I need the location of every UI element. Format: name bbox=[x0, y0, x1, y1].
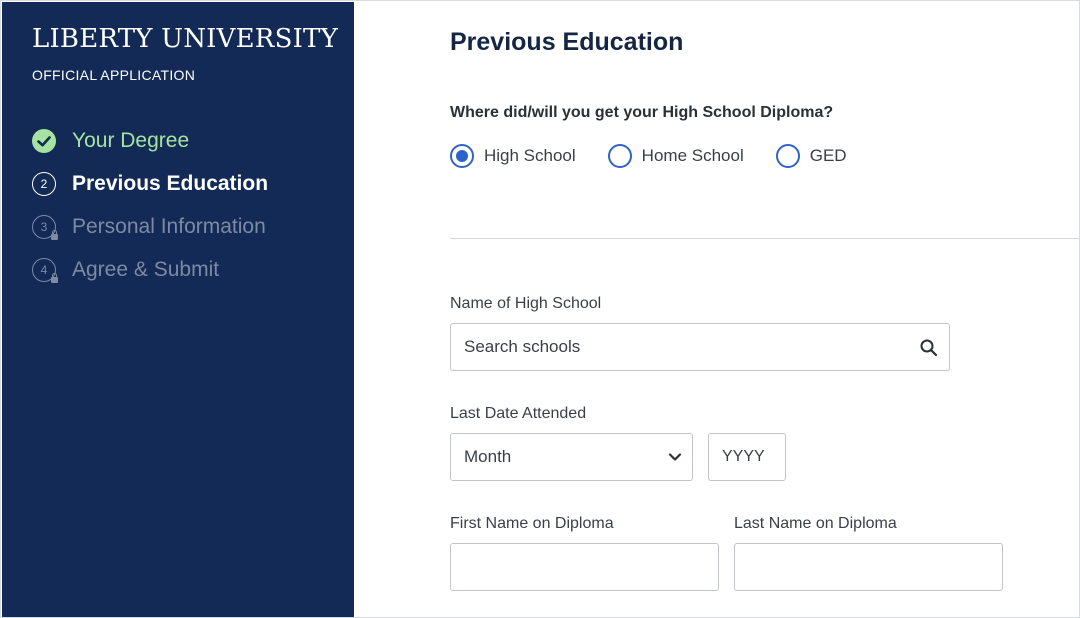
radio-high-school[interactable]: High School bbox=[450, 144, 576, 168]
radio-button[interactable] bbox=[607, 144, 632, 168]
last-name-label: Last Name on Diploma bbox=[734, 515, 897, 532]
sidebar: LIBERTY UNIVERSITY OFFICIAL APPLICATION … bbox=[2, 2, 354, 617]
first-name-label: First Name on Diploma bbox=[450, 515, 614, 532]
radio-ged[interactable]: GED bbox=[775, 144, 847, 168]
diploma-radio-group: High School Home School GED bbox=[450, 144, 879, 168]
school-search-input[interactable]: Search schools bbox=[450, 323, 950, 371]
radio-label[interactable]: GED bbox=[810, 146, 847, 166]
last-name-input[interactable] bbox=[734, 543, 1003, 591]
step-number: 2 bbox=[32, 172, 56, 196]
brand-subtitle: OFFICIAL APPLICATION bbox=[32, 67, 196, 83]
main-content: Previous Education Where did/will you ge… bbox=[354, 2, 1079, 617]
step-label: Previous Education bbox=[72, 172, 269, 195]
step-previous-education[interactable]: 2 Previous Education bbox=[32, 169, 268, 199]
search-placeholder: Search schools bbox=[464, 337, 581, 356]
month-select[interactable]: Month bbox=[450, 433, 693, 481]
check-icon bbox=[32, 129, 56, 153]
radio-label[interactable]: Home School bbox=[642, 146, 744, 166]
page-title: Previous Education bbox=[450, 28, 684, 56]
lock-icon bbox=[51, 230, 58, 240]
radio-label[interactable]: High School bbox=[484, 146, 576, 166]
section-divider bbox=[450, 238, 1079, 239]
step-number-locked: 3 bbox=[32, 215, 58, 240]
step-number: 4 bbox=[40, 263, 48, 277]
radio-button[interactable] bbox=[775, 144, 800, 168]
radio-button-selected[interactable] bbox=[450, 144, 474, 168]
step-label: Agree & Submit bbox=[72, 258, 220, 281]
first-name-input[interactable] bbox=[450, 543, 719, 591]
application-window: LIBERTY UNIVERSITY OFFICIAL APPLICATION … bbox=[0, 0, 1080, 618]
step-personal-information: 3 Personal Information bbox=[32, 212, 266, 242]
brand-logo: LIBERTY UNIVERSITY bbox=[32, 24, 338, 54]
step-number: 3 bbox=[40, 220, 48, 234]
month-select-value: Month bbox=[464, 447, 512, 466]
step-label: Personal Information bbox=[72, 215, 266, 238]
year-input[interactable]: YYYY bbox=[708, 433, 786, 481]
search-icon[interactable] bbox=[919, 338, 939, 358]
step-your-degree[interactable]: Your Degree bbox=[32, 126, 189, 156]
diploma-question: Where did/will you get your High School … bbox=[450, 104, 834, 121]
step-number-locked: 4 bbox=[32, 258, 58, 283]
radio-home-school[interactable]: Home School bbox=[607, 144, 744, 168]
step-label: Your Degree bbox=[72, 129, 190, 152]
lock-icon bbox=[51, 273, 58, 283]
last-date-label: Last Date Attended bbox=[450, 405, 587, 422]
school-name-label: Name of High School bbox=[450, 295, 602, 312]
chevron-down-icon bbox=[668, 453, 682, 461]
year-placeholder: YYYY bbox=[722, 448, 765, 465]
step-agree-submit: 4 Agree & Submit bbox=[32, 255, 219, 285]
